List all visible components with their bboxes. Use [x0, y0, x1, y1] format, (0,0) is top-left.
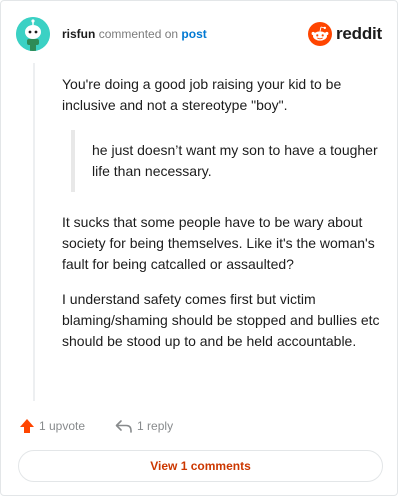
reply-arrow-icon	[115, 420, 132, 433]
username[interactable]: risfun	[62, 27, 95, 41]
reddit-logo-icon	[307, 22, 332, 46]
comment-actions: 1 upvote 1 reply	[19, 417, 173, 435]
view-comments-button[interactable]: View 1 comments	[18, 450, 383, 482]
avatar[interactable]	[16, 17, 50, 51]
comment-paragraph: It sucks that some people have to be war…	[62, 214, 375, 272]
reddit-brand[interactable]: reddit	[307, 22, 382, 46]
comment-paragraph: I understand safety comes first but vict…	[62, 291, 380, 349]
upvote-count: 1 upvote	[39, 419, 86, 433]
comment-body: You're doing a good job raising your kid…	[62, 74, 380, 366]
thread-line[interactable]	[33, 63, 35, 401]
upvote-arrow-icon	[20, 419, 34, 433]
reply-button[interactable]: 1 reply	[115, 418, 173, 434]
avatar-icon	[16, 17, 50, 51]
blockquote: he just doesn’t want my son to have a to…	[71, 130, 380, 192]
header-text: risfun commented on post	[62, 27, 207, 41]
brand-text: reddit	[335, 24, 382, 43]
comment-header: risfun commented on post reddit	[16, 17, 382, 51]
comment-paragraph: You're doing a good job raising your kid…	[62, 76, 342, 113]
post-link[interactable]: post	[181, 27, 206, 41]
quote-text: he just doesn’t want my son to have a to…	[92, 142, 378, 179]
comment-card: risfun commented on post reddit You're d…	[0, 0, 398, 496]
reply-count: 1 reply	[137, 419, 174, 433]
commented-on-text: commented on	[98, 27, 179, 41]
upvote-button[interactable]: 1 upvote	[19, 418, 85, 434]
